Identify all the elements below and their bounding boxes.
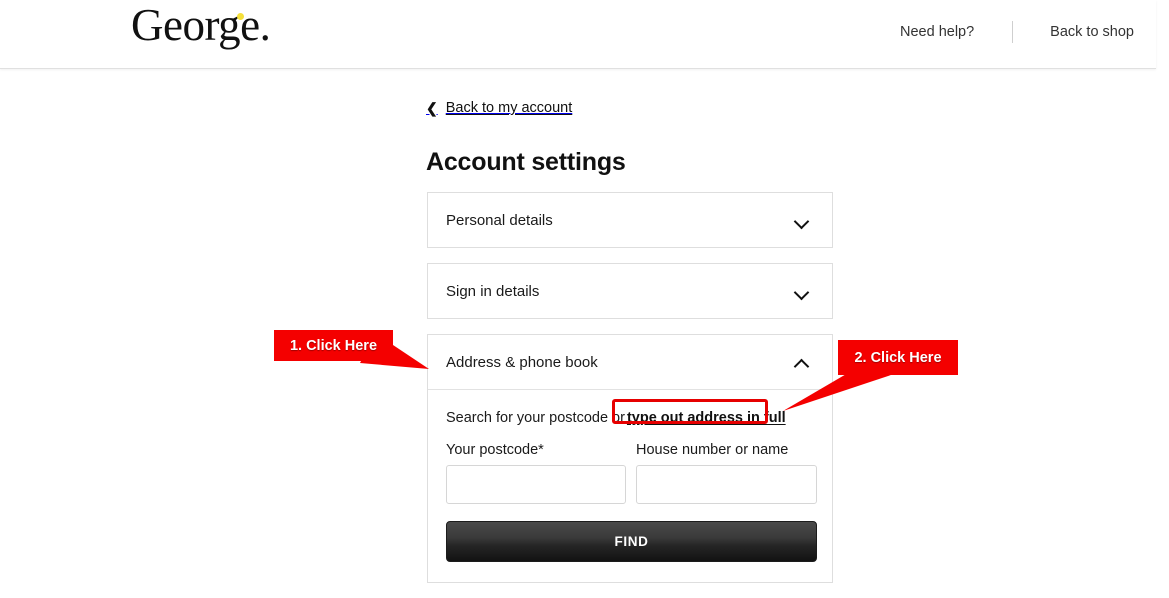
address-search-fields: Your postcode* House number or name (446, 442, 817, 504)
house-field-group: House number or name (636, 442, 817, 504)
address-phone-book-label: Address & phone book (446, 353, 598, 371)
address-phone-book-panel: Address & phone book Search for your pos… (427, 334, 833, 583)
search-instruction: Search for your postcode or type out addr… (446, 410, 814, 426)
address-phone-book-panel-header[interactable]: Address & phone book (428, 335, 832, 389)
back-to-my-account-link[interactable]: ❮ Back to my account (426, 100, 572, 116)
postcode-label: Your postcode* (446, 442, 544, 458)
find-button[interactable]: FIND (446, 521, 817, 562)
callout-2-label: 2. Click Here (838, 340, 958, 375)
personal-details-panel-header[interactable]: Personal details (428, 193, 832, 247)
chevron-left-icon: ❮ (426, 100, 438, 116)
header-links: Need help? Back to shop (900, 21, 1134, 43)
account-settings-accordion: Personal details Sign in details Address… (427, 192, 833, 598)
sign-in-details-label: Sign in details (446, 282, 540, 300)
sign-in-details-panel-header[interactable]: Sign in details (428, 264, 832, 318)
personal-details-label: Personal details (446, 211, 553, 229)
sign-in-details-panel: Sign in details (427, 263, 833, 319)
need-help-link[interactable]: Need help? (900, 24, 1012, 40)
house-number-label: House number or name (636, 442, 789, 458)
page-title: Account settings (426, 147, 626, 176)
callout-1-tail-icon (360, 345, 429, 369)
address-phone-book-panel-body: Search for your postcode or type out addr… (428, 389, 832, 582)
house-number-input[interactable] (636, 465, 817, 504)
type-out-address-link[interactable]: type out address in full (627, 410, 786, 426)
search-instruction-text: Search for your postcode or (446, 410, 625, 426)
back-to-shop-link[interactable]: Back to shop (1013, 24, 1134, 40)
brand-logo[interactable]: George. (131, 0, 271, 50)
back-to-my-account-label: Back to my account (445, 100, 573, 116)
chevron-up-icon[interactable] (795, 355, 809, 369)
brand-accent-dot-icon (237, 13, 244, 20)
personal-details-panel: Personal details (427, 192, 833, 248)
chevron-down-icon[interactable] (795, 284, 809, 298)
postcode-field-group: Your postcode* (446, 442, 626, 504)
brand-logo-text: George. (131, 0, 271, 50)
chevron-down-icon[interactable] (795, 213, 809, 227)
callout-1-label: 1. Click Here (274, 330, 393, 361)
postcode-input[interactable] (446, 465, 626, 504)
site-header: George. Need help? Back to shop (0, 0, 1156, 69)
